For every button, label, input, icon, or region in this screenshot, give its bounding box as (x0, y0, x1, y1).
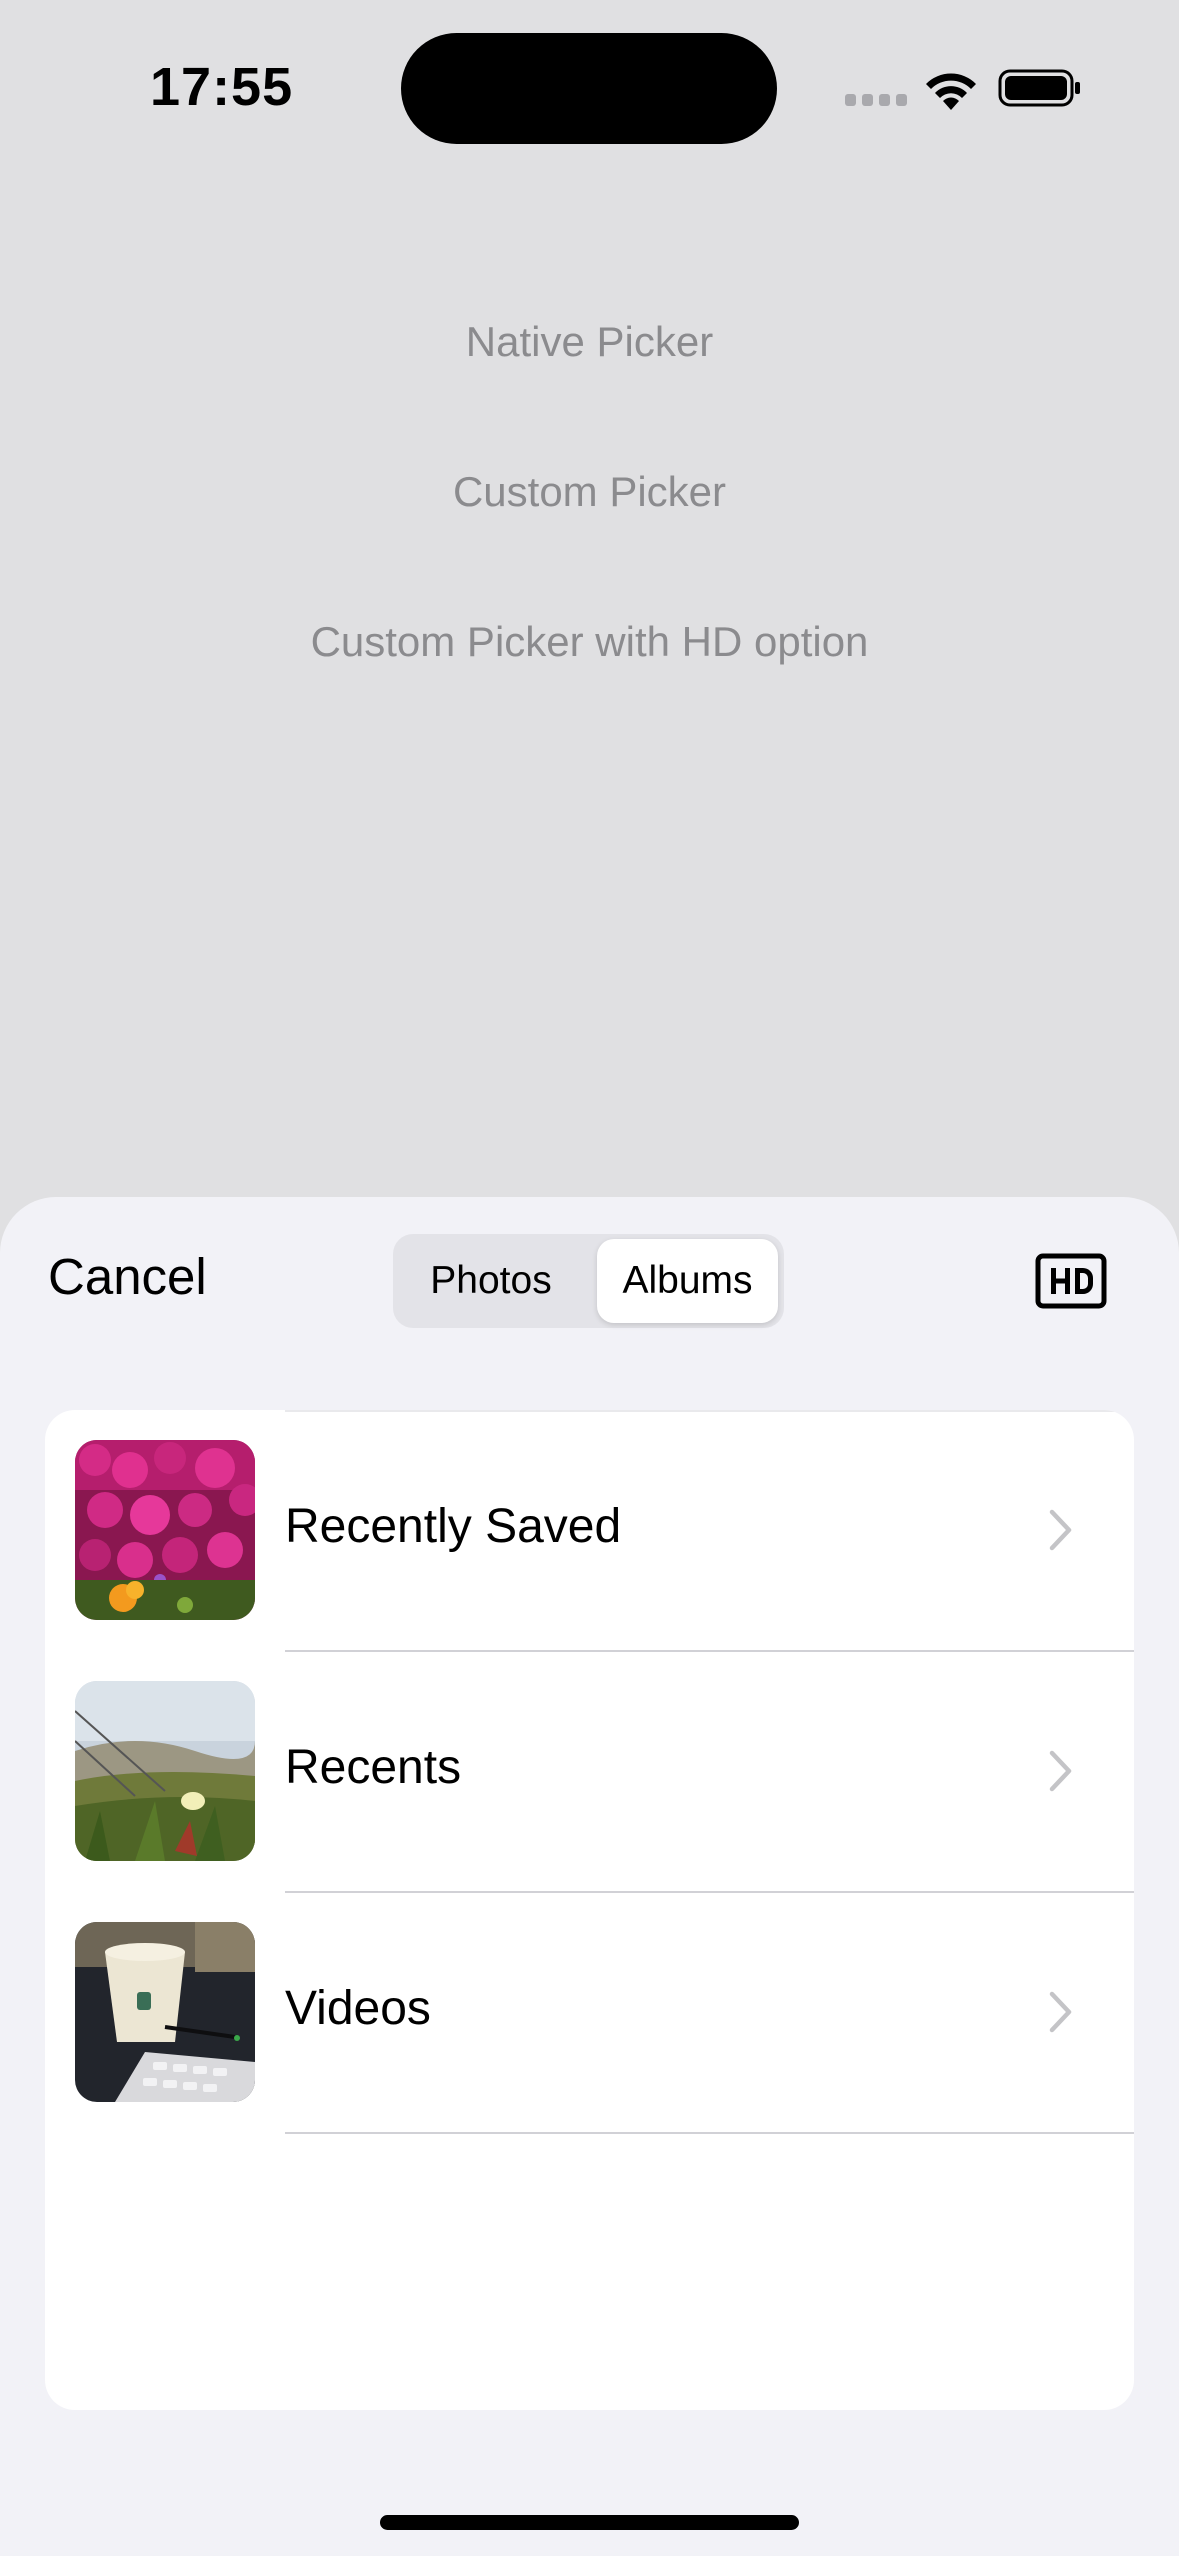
photos-albums-segmented-control: Photos Albums (393, 1234, 784, 1328)
hd-icon[interactable] (1035, 1253, 1107, 1309)
album-row-recently-saved[interactable]: Recently Saved (45, 1411, 1134, 1652)
dynamic-island (401, 33, 777, 144)
album-row-recents[interactable]: Recents (45, 1652, 1134, 1893)
coffee-cup-keyboard-thumbnail (75, 1922, 255, 2102)
album-list: Recently Saved Recents Videos (45, 1410, 1134, 2410)
album-row-videos[interactable]: Videos (45, 1893, 1134, 2134)
chevron-right-icon (1049, 1750, 1072, 1792)
cancel-button[interactable]: Cancel (48, 1247, 207, 1306)
row-divider (285, 2132, 1134, 2134)
battery-icon (998, 69, 1080, 107)
pink-flowers-thumbnail (75, 1440, 255, 1620)
segment-albums[interactable]: Albums (597, 1239, 778, 1323)
chevron-right-icon (1049, 1509, 1072, 1551)
signal-dots-icon (845, 94, 907, 106)
wifi-icon (926, 73, 976, 110)
status-time: 17:55 (150, 57, 294, 117)
album-title: Recents (285, 1741, 462, 1794)
chevron-right-icon (1049, 1991, 1072, 2033)
native-picker-option[interactable]: Native Picker (0, 318, 1179, 366)
beach-plants-thumbnail (75, 1681, 255, 1861)
album-picker-sheet: Cancel Photos Albums Recently Saved Rece… (0, 1197, 1179, 2556)
custom-picker-option[interactable]: Custom Picker (0, 468, 1179, 516)
segment-photos[interactable]: Photos (397, 1239, 585, 1323)
home-indicator[interactable] (380, 2515, 799, 2530)
album-title: Recently Saved (285, 1500, 622, 1553)
album-title: Videos (285, 1982, 431, 2035)
custom-picker-hd-option[interactable]: Custom Picker with HD option (0, 618, 1179, 666)
